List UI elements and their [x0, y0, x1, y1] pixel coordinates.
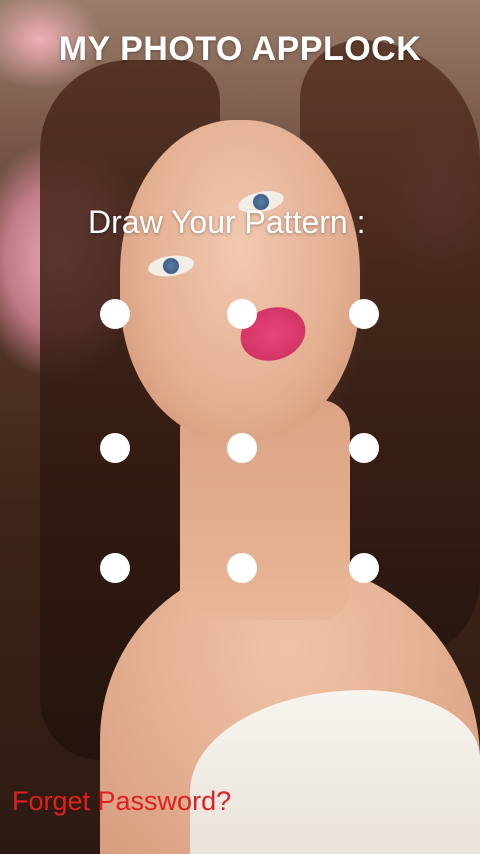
app-title: MY PHOTO APPLOCK: [58, 30, 422, 68]
pattern-prompt: Draw Your Pattern :: [88, 204, 366, 240]
pattern-dot-6[interactable]: [349, 433, 379, 463]
pattern-dot-3[interactable]: [349, 299, 379, 329]
pattern-dot-9[interactable]: [349, 553, 379, 583]
pattern-dot-1[interactable]: [100, 299, 130, 329]
pattern-dot-4[interactable]: [100, 433, 130, 463]
forgot-password-link[interactable]: Forget Password?: [12, 786, 231, 817]
pattern-dot-2[interactable]: [227, 299, 257, 329]
pattern-dot-8[interactable]: [227, 553, 257, 583]
pattern-grid[interactable]: [100, 299, 380, 583]
pattern-dot-7[interactable]: [100, 553, 130, 583]
pattern-dot-5[interactable]: [227, 433, 257, 463]
